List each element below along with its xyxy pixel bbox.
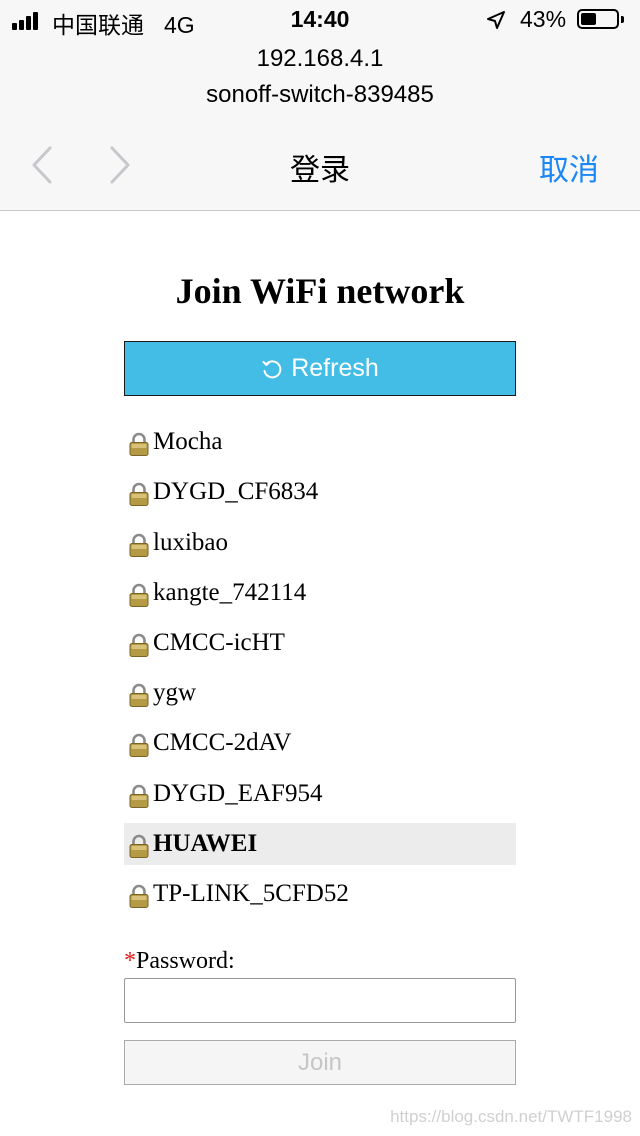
network-item[interactable]: DYGD_EAF954	[124, 772, 516, 815]
watermark: https://blog.csdn.net/TWTF1998	[390, 1107, 632, 1126]
required-asterisk: *	[124, 948, 136, 974]
network-ssid: luxibao	[153, 528, 228, 556]
network-item[interactable]: ygw	[124, 672, 516, 715]
host-address: 192.168.4.1	[256, 45, 384, 72]
password-label: *Password:	[124, 948, 235, 975]
network-ssid: Mocha	[153, 428, 223, 456]
lock-icon	[128, 884, 150, 908]
refresh-button[interactable]: Refresh	[124, 341, 516, 396]
network-item[interactable]: TP-LINK_5CFD52	[124, 873, 516, 916]
network-item[interactable]: luxibao	[124, 521, 516, 564]
page-subtitle: sonoff-switch-839485	[206, 81, 434, 108]
network-item[interactable]: CMCC-2dAV	[124, 722, 516, 765]
lock-icon	[128, 633, 150, 657]
join-button[interactable]: Join	[124, 1040, 516, 1085]
cancel-button[interactable]: 取消	[539, 145, 599, 189]
network-item[interactable]: Mocha	[124, 421, 516, 464]
password-label-text: Password:	[136, 948, 235, 974]
lock-icon	[128, 432, 150, 457]
network-item[interactable]: CMCC-icHT	[124, 622, 516, 665]
lock-icon	[128, 733, 150, 758]
network-item[interactable]: DYGD_CF6834	[124, 471, 516, 514]
network-item[interactable]: kangte_742114	[124, 572, 516, 615]
page-title: Join WiFi network	[175, 271, 465, 311]
network-ssid: DYGD_EAF954	[153, 779, 323, 807]
network-ssid: TP-LINK_5CFD52	[153, 879, 349, 907]
network-ssid: CMCC-icHT	[153, 629, 285, 656]
network-ssid: DYGD_CF6834	[153, 478, 319, 506]
network-ssid: kangte_742114	[153, 578, 307, 606]
network-ssid: CMCC-2dAV	[153, 729, 292, 757]
lock-icon	[128, 533, 150, 557]
lock-icon	[128, 834, 150, 858]
battery-icon	[577, 9, 624, 29]
network-item[interactable]: HUAWEI	[124, 822, 516, 865]
password-input[interactable]	[124, 978, 516, 1023]
refresh-icon	[261, 358, 283, 380]
refresh-label: Refresh	[291, 354, 379, 382]
location-arrow-icon	[487, 11, 505, 29]
battery-percentage: 43%	[520, 6, 567, 32]
network-list: Mocha DYGD_CF6834luxibao kangte_742114 CMCC…	[124, 421, 516, 923]
lock-icon	[128, 482, 150, 507]
network-ssid: HUAWEI	[153, 829, 258, 857]
network-ssid: ygw	[153, 679, 197, 707]
browser-header: 192.168.4.1 sonoff-switch-839485 登录 取消	[0, 40, 640, 211]
lock-icon	[128, 683, 150, 708]
lock-icon	[128, 784, 150, 808]
lock-icon	[128, 583, 150, 607]
status-bar: 中国联通 4G 14:40 43%	[0, 0, 640, 40]
